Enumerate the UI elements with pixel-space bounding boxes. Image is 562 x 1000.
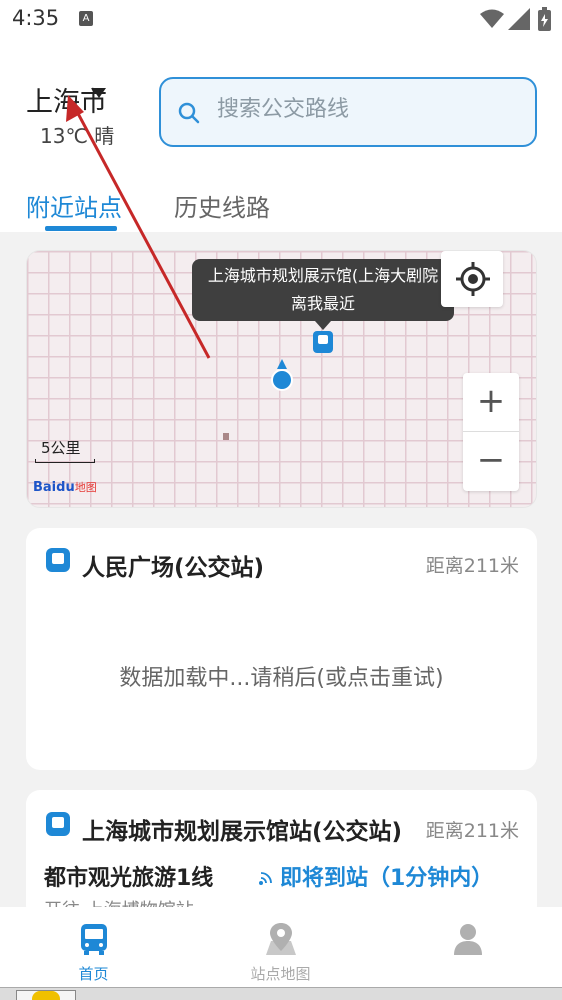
host-taskbar xyxy=(0,987,562,1000)
tooltip-nearest-label: 离我最近 xyxy=(290,294,355,313)
stop-distance: 距离211米 xyxy=(425,820,519,842)
search-box[interactable] xyxy=(159,77,537,147)
bus-stop-marker-icon[interactable] xyxy=(313,331,333,353)
nav-stop-map[interactable]: 站点地图 xyxy=(187,907,374,987)
city-selector[interactable]: 上海市 xyxy=(26,80,107,119)
caret-down-icon[interactable] xyxy=(92,88,106,98)
crosshair-icon xyxy=(456,262,490,296)
map-tooltip[interactable]: 上海城市规划展示馆(上海大剧院 离我最近 xyxy=(192,259,454,321)
baidu-map-logo: Baidu地图 xyxy=(33,479,97,495)
current-location-icon xyxy=(271,369,293,391)
status-time: 4:35 xyxy=(12,6,60,30)
search-input[interactable] xyxy=(217,97,517,122)
active-tab-indicator xyxy=(45,226,117,231)
logo-du: du xyxy=(56,480,75,495)
tooltip-stop-name: 上海城市规划展示馆(上海大剧院 xyxy=(207,266,439,285)
nav-label: 首页 xyxy=(78,965,109,983)
stop-name: 上海城市规划展示馆站(公交站) xyxy=(82,819,403,845)
heading-arrow-icon xyxy=(277,359,287,369)
realtime-signal-icon xyxy=(259,872,272,885)
logo-bai: Bai xyxy=(33,480,57,495)
locate-button[interactable] xyxy=(441,251,503,307)
battery-icon xyxy=(538,7,551,31)
nav-label: 站点地图 xyxy=(250,965,311,983)
zoom-controls: + − xyxy=(463,373,519,491)
stop-distance: 距离211米 xyxy=(425,555,519,577)
route-name[interactable]: 都市观光旅游1线 xyxy=(44,860,213,892)
status-bar: 4:35 A xyxy=(0,0,562,40)
stop-card[interactable]: 上海城市规划展示馆站(公交站) 距离211米 都市观光旅游1线 即将到站（1分钟… xyxy=(26,790,537,921)
notification-icon: A xyxy=(79,11,93,26)
wifi-icon xyxy=(480,9,504,28)
bus-stop-icon xyxy=(46,812,70,836)
bus-icon xyxy=(81,924,107,955)
header: 上海市 13℃ 晴 附近站点 历史线路 xyxy=(0,40,562,232)
bus-stop-icon xyxy=(46,548,70,572)
map-poi-marker xyxy=(223,433,229,440)
signal-icon xyxy=(508,8,530,30)
tooltip-arrow xyxy=(315,321,331,330)
stop-name: 人民广场(公交站) xyxy=(82,555,265,581)
weather: 13℃ 晴 xyxy=(40,124,115,148)
nav-home[interactable]: 首页 xyxy=(0,907,187,987)
person-icon xyxy=(454,924,482,955)
taskbar-app-icon[interactable] xyxy=(32,991,60,1000)
map-scale-label: 5公里 xyxy=(41,439,81,457)
arrival-status: 即将到站（1分钟内） xyxy=(280,866,494,891)
nav-profile[interactable] xyxy=(374,907,561,987)
zoom-in-button[interactable]: + xyxy=(463,373,519,432)
search-icon xyxy=(178,102,200,124)
stop-card[interactable]: 人民广场(公交站) 距离211米 数据加载中...请稍后(或点击重试) xyxy=(26,528,537,770)
bottom-nav: 首页 站点地图 xyxy=(0,907,562,987)
zoom-out-button[interactable]: − xyxy=(463,432,519,491)
map-pin-icon xyxy=(266,923,296,955)
logo-suffix: 地图 xyxy=(74,481,97,494)
loading-retry-text[interactable]: 数据加载中...请稍后(或点击重试) xyxy=(26,660,537,692)
nearby-map[interactable]: 上海城市规划展示馆(上海大剧院 离我最近 + − 5公里 Baidu地图 xyxy=(26,250,537,508)
map-scale-bar xyxy=(35,459,95,463)
tab-nearby-stops[interactable]: 附近站点 xyxy=(26,188,122,223)
tab-history-routes[interactable]: 历史线路 xyxy=(174,188,270,223)
